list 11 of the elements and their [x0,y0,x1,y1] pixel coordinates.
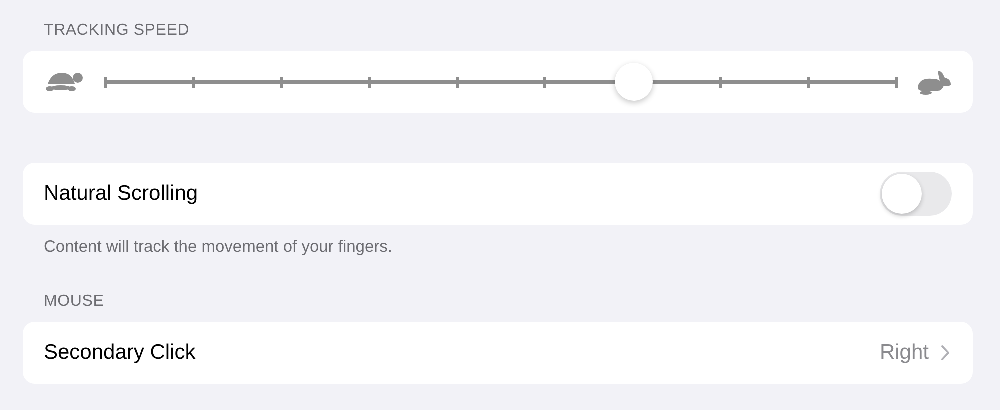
row-label: Natural Scrolling [44,182,198,206]
section-header: MOUSE [44,293,104,310]
row-value: Right [880,341,929,365]
row-label: Secondary Click [44,341,196,365]
slider[interactable] [104,62,898,102]
chevron-icon [941,345,950,361]
slider-thumb[interactable] [614,63,653,101]
section-header: TRACKING SPEED [44,22,190,39]
rabbit-icon [916,69,952,95]
footer-text: Content will track the movement of your fingers. [44,238,392,256]
toggle-switch[interactable] [880,172,952,216]
